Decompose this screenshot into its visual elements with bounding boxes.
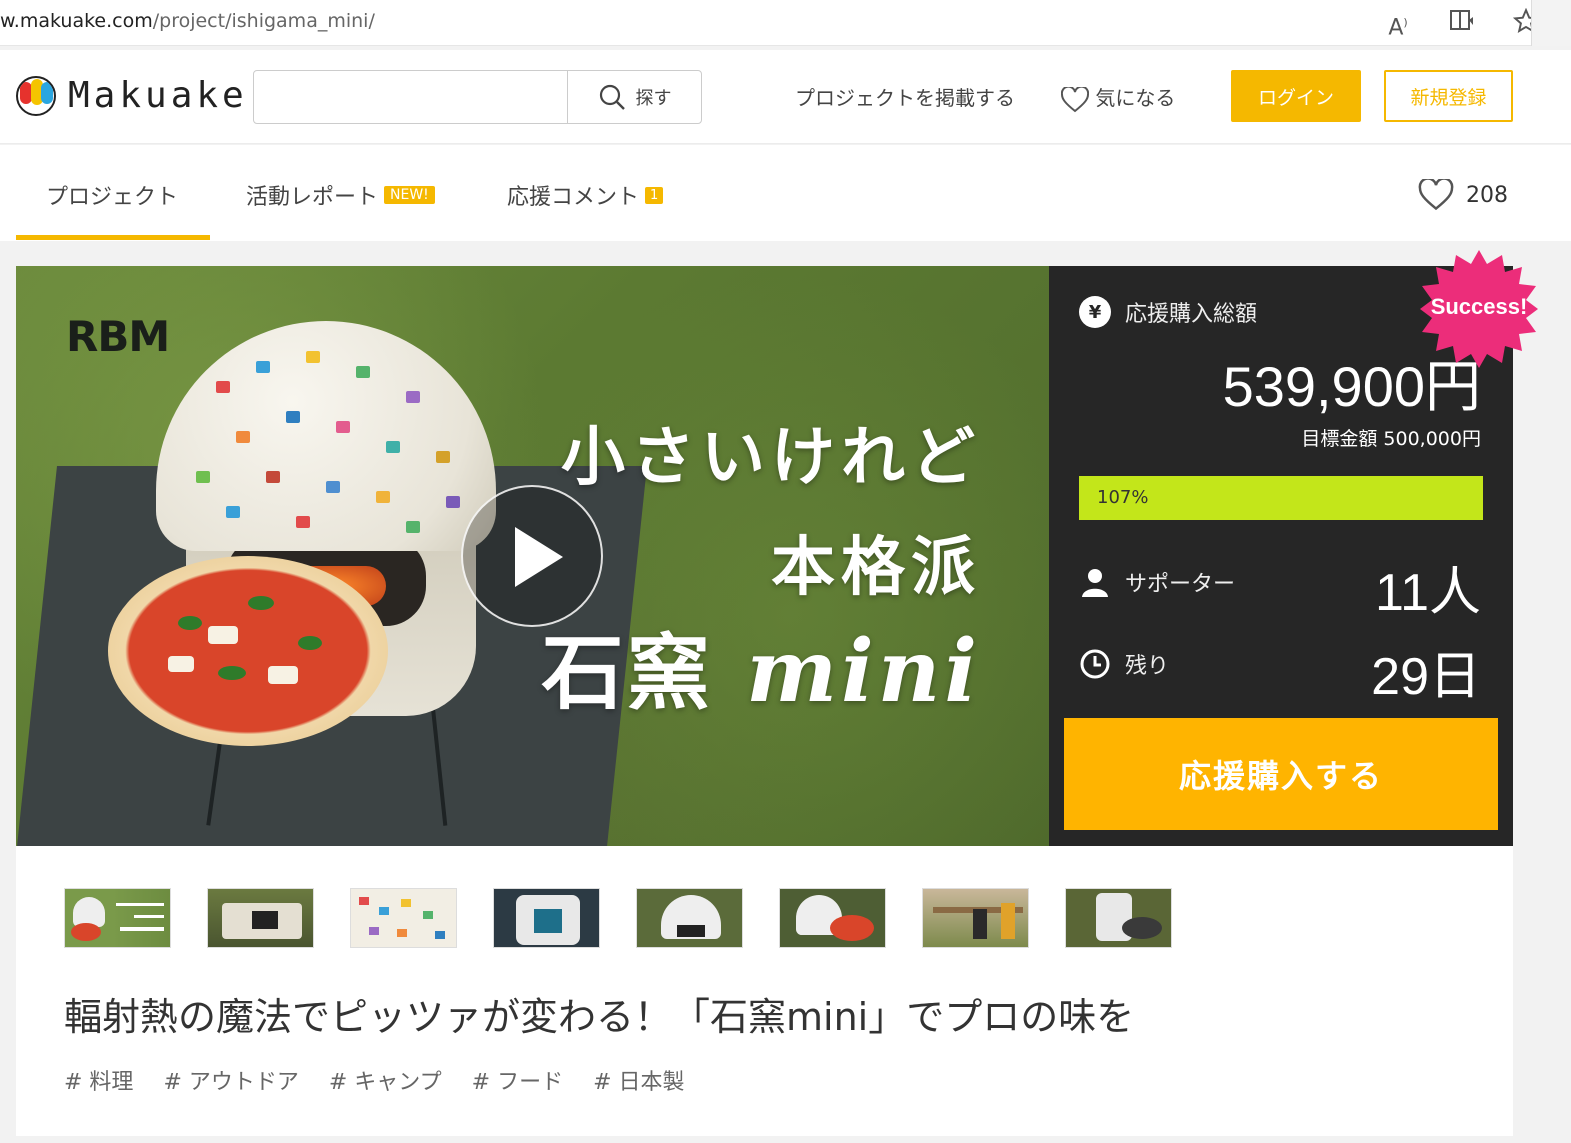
supporters-value: 11人 [1375, 564, 1481, 622]
comment-count-badge: 1 [645, 186, 664, 204]
tab-project[interactable]: プロジェクト [46, 179, 178, 211]
pizza [108, 556, 388, 746]
yen-icon: ¥ [1079, 296, 1111, 328]
read-aloud-icon[interactable]: A) [1383, 8, 1413, 40]
browser-address-bar: w.makuake.com/project/ishigama_mini/ A) [0, 0, 1571, 46]
hero-title-line2: 本格派 [771, 531, 981, 605]
active-tab-indicator [16, 235, 210, 240]
browser-toolbar: A) [1383, 7, 1541, 40]
clock-icon [1080, 649, 1110, 679]
tag-link[interactable]: # フード [472, 1064, 563, 1096]
logo-text: Makuake [68, 75, 248, 116]
hero-title-en: mini [746, 621, 981, 722]
tab-report[interactable]: 活動レポート NEW! [246, 179, 435, 211]
hero-title-line3: 石窯 mini [542, 606, 981, 725]
hero-title-jp: 石窯 [541, 625, 714, 721]
login-button[interactable]: ログイン [1231, 70, 1361, 122]
progress-bar: 107% [1079, 476, 1483, 520]
url-path: /project/ishigama_mini/ [152, 10, 375, 32]
search-box: 探す [253, 70, 702, 124]
supporters-label: サポーター [1125, 572, 1236, 597]
like-count: 208 [1466, 182, 1508, 208]
new-badge: NEW! [384, 186, 435, 204]
browser-sidebar-edge [1531, 0, 1571, 46]
tag-link[interactable]: # 料理 [64, 1064, 133, 1096]
heart-icon [1418, 179, 1454, 211]
heart-icon [1061, 86, 1089, 112]
success-badge: Success! [1420, 250, 1538, 368]
thumbnail[interactable] [922, 888, 1029, 948]
url-text[interactable]: w.makuake.com/project/ishigama_mini/ [0, 10, 375, 32]
play-video-button[interactable] [461, 485, 603, 627]
tag-link[interactable]: # アウトドア [163, 1064, 298, 1096]
thumbnail[interactable] [64, 888, 171, 948]
search-button-label: 探す [635, 88, 672, 109]
thumbnail[interactable] [350, 888, 457, 948]
thumbnail-strip [64, 888, 1172, 948]
makuake-logo[interactable]: Makuake [16, 75, 248, 116]
thumbnail[interactable] [207, 888, 314, 948]
thumbnail[interactable] [493, 888, 600, 948]
site-header: Makuake 探す プロジェクトを掲載する 気になる ログイン 新規登録 [0, 50, 1571, 144]
thumbnail[interactable] [779, 888, 886, 948]
project-tabs: プロジェクト 活動レポート NEW! 応援コメント 1 208 [0, 145, 1571, 241]
immersive-reader-icon[interactable] [1447, 8, 1477, 38]
hero-title-line1: 小さいけれど [561, 421, 981, 495]
tab-project-label: プロジェクト [46, 185, 179, 210]
total-label-row: ¥ 応援購入総額 [1079, 296, 1257, 328]
tab-comments-label: 応援コメント [507, 185, 640, 210]
search-button[interactable]: 探す [567, 71, 701, 123]
post-project-link[interactable]: プロジェクトを掲載する [795, 82, 1015, 111]
brand-text: RBM [66, 312, 170, 361]
tag-list: # 料理 # アウトドア # キャンプ # フード # 日本製 [64, 1064, 685, 1096]
support-purchase-button[interactable]: 応援購入する [1064, 718, 1498, 830]
goal-amount: 目標金額 500,000円 [1301, 428, 1481, 450]
thumbnail[interactable] [1065, 888, 1172, 948]
like-button[interactable]: 208 [1418, 179, 1508, 211]
search-icon [599, 84, 625, 110]
tab-comments[interactable]: 応援コメント 1 [507, 179, 664, 211]
remaining-label: 残り [1125, 654, 1170, 679]
register-button[interactable]: 新規登録 [1384, 70, 1513, 122]
supporters-row: サポーター [1079, 566, 1235, 598]
total-label: 応援購入総額 [1125, 302, 1258, 327]
progress-label: 107% [1097, 487, 1149, 508]
hero-video[interactable]: RBM 小さいけれど 本格派 石窯 mini [16, 266, 1049, 846]
favorites-label: 気になる [1095, 86, 1176, 110]
tab-report-label: 活動レポート [246, 185, 379, 210]
url-host: w.makuake.com [0, 10, 153, 32]
success-label: Success! [1430, 294, 1528, 319]
search-input[interactable] [254, 71, 567, 123]
project-content: 輻射熱の魔法でピッツァが変わる！「石窯mini」でプロの味を # 料理 # アウ… [16, 846, 1513, 1136]
tag-link[interactable]: # キャンプ [329, 1064, 442, 1096]
thumbnail[interactable] [636, 888, 743, 948]
project-title: 輻射熱の魔法でピッツァが変わる！「石窯mini」でプロの味を [64, 995, 1135, 1039]
tag-link[interactable]: # 日本製 [593, 1064, 684, 1096]
remaining-value: 29日 [1371, 648, 1481, 706]
favorites-link[interactable]: 気になる [1061, 82, 1175, 113]
logo-mark-icon [16, 75, 56, 116]
brand-mark: RBM [66, 312, 170, 361]
remaining-row: 残り [1079, 648, 1169, 680]
person-icon [1082, 569, 1108, 597]
